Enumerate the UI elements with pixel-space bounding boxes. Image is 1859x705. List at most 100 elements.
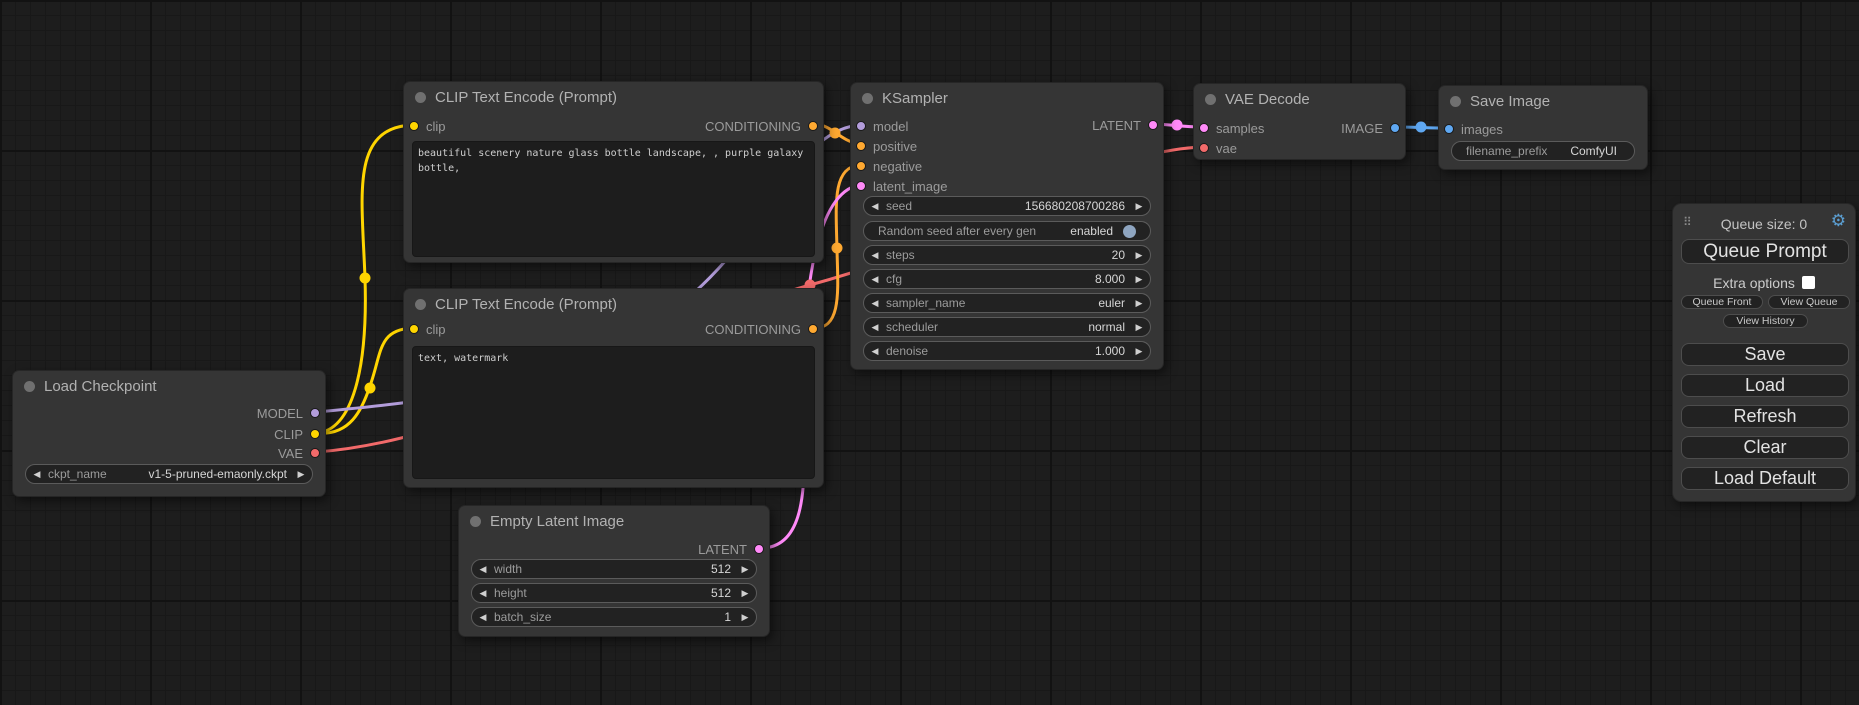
- widget-batch-size[interactable]: ◀ batch_size 1 ▶: [471, 607, 757, 627]
- collapse-dot-icon[interactable]: [862, 93, 873, 104]
- node-load-checkpoint[interactable]: Load Checkpoint MODEL CLIP VAE ◀ ckpt_na…: [12, 370, 326, 497]
- output-slot-vae[interactable]: VAE: [278, 444, 320, 462]
- latent-input-dot[interactable]: [1199, 123, 1209, 133]
- model-output-dot[interactable]: [310, 408, 320, 418]
- node-title-bar[interactable]: Load Checkpoint: [13, 371, 325, 401]
- input-slot-samples[interactable]: samples: [1199, 119, 1264, 137]
- widget-denoise[interactable]: ◀ denoise 1.000 ▶: [863, 341, 1151, 361]
- vae-output-dot[interactable]: [310, 448, 320, 458]
- node-save-image[interactable]: Save Image images filename_prefix ComfyU…: [1438, 85, 1648, 170]
- input-slot-latent-image[interactable]: latent_image: [856, 177, 947, 195]
- collapse-dot-icon[interactable]: [24, 381, 35, 392]
- conditioning-input-dot[interactable]: [856, 161, 866, 171]
- collapse-dot-icon[interactable]: [415, 299, 426, 310]
- increment-arrow-icon[interactable]: ▶: [1128, 346, 1150, 357]
- node-empty-latent-image[interactable]: Empty Latent Image LATENT ◀ width 512 ▶ …: [458, 505, 770, 637]
- increment-arrow-icon[interactable]: ▶: [734, 612, 756, 623]
- input-slot-model[interactable]: model: [856, 117, 908, 135]
- decrement-arrow-icon[interactable]: ◀: [864, 250, 886, 261]
- queue-prompt-button[interactable]: Queue Prompt: [1681, 239, 1849, 264]
- conditioning-input-dot[interactable]: [856, 141, 866, 151]
- node-title-bar[interactable]: VAE Decode: [1194, 84, 1405, 114]
- widget-seed[interactable]: ◀ seed 156680208700286 ▶: [863, 196, 1151, 216]
- input-slot-clip[interactable]: clip: [409, 320, 446, 338]
- image-output-dot[interactable]: [1390, 123, 1400, 133]
- vae-input-dot[interactable]: [1199, 143, 1209, 153]
- node-graph-canvas[interactable]: Load Checkpoint MODEL CLIP VAE ◀ ckpt_na…: [0, 0, 1859, 705]
- load-button[interactable]: Load: [1681, 374, 1849, 397]
- view-history-button[interactable]: View History: [1723, 314, 1808, 328]
- decrement-arrow-icon[interactable]: ◀: [472, 564, 494, 575]
- conditioning-output-dot[interactable]: [808, 324, 818, 334]
- input-slot-images[interactable]: images: [1444, 120, 1503, 138]
- decrement-arrow-icon[interactable]: ◀: [864, 322, 886, 333]
- node-vae-decode[interactable]: VAE Decode samples vae IMAGE: [1193, 83, 1406, 160]
- node-title-bar[interactable]: Empty Latent Image: [459, 506, 769, 536]
- refresh-button[interactable]: Refresh: [1681, 405, 1849, 428]
- output-slot-clip[interactable]: CLIP: [274, 425, 320, 443]
- view-queue-button[interactable]: View Queue: [1768, 295, 1850, 309]
- output-slot-conditioning[interactable]: CONDITIONING: [705, 117, 818, 135]
- decrement-arrow-icon[interactable]: ◀: [472, 588, 494, 599]
- widget-cfg[interactable]: ◀ cfg 8.000 ▶: [863, 269, 1151, 289]
- widget-steps[interactable]: ◀ steps 20 ▶: [863, 245, 1151, 265]
- decrement-arrow-icon[interactable]: ◀: [864, 274, 886, 285]
- increment-arrow-icon[interactable]: ▶: [290, 469, 312, 480]
- widget-height[interactable]: ◀ height 512 ▶: [471, 583, 757, 603]
- save-button[interactable]: Save: [1681, 343, 1849, 366]
- widget-sampler-name[interactable]: ◀ sampler_name euler ▶: [863, 293, 1151, 313]
- clip-input-dot[interactable]: [409, 121, 419, 131]
- extra-options-checkbox[interactable]: [1802, 276, 1815, 289]
- output-slot-image[interactable]: IMAGE: [1341, 119, 1400, 137]
- increment-arrow-icon[interactable]: ▶: [1128, 298, 1150, 309]
- decrement-arrow-icon[interactable]: ◀: [864, 201, 886, 212]
- load-default-button[interactable]: Load Default: [1681, 467, 1849, 490]
- decrement-arrow-icon[interactable]: ◀: [864, 346, 886, 357]
- clip-output-dot[interactable]: [310, 429, 320, 439]
- clip-input-dot[interactable]: [409, 324, 419, 334]
- output-slot-model[interactable]: MODEL: [257, 404, 320, 422]
- increment-arrow-icon[interactable]: ▶: [734, 564, 756, 575]
- toggle-dot[interactable]: [1123, 225, 1136, 238]
- decrement-arrow-icon[interactable]: ◀: [472, 612, 494, 623]
- node-ksampler[interactable]: KSampler model positive negative latent_…: [850, 82, 1164, 370]
- increment-arrow-icon[interactable]: ▶: [1128, 274, 1150, 285]
- widget-scheduler[interactable]: ◀ scheduler normal ▶: [863, 317, 1151, 337]
- input-slot-negative[interactable]: negative: [856, 157, 922, 175]
- increment-arrow-icon[interactable]: ▶: [1128, 322, 1150, 333]
- widget-filename-prefix[interactable]: filename_prefix ComfyUI: [1451, 141, 1635, 161]
- output-slot-latent[interactable]: LATENT: [1092, 116, 1158, 134]
- model-input-dot[interactable]: [856, 121, 866, 131]
- settings-gear-icon[interactable]: ⚙: [1831, 211, 1846, 231]
- node-clip-text-encode-negative[interactable]: CLIP Text Encode (Prompt) clip CONDITION…: [403, 288, 824, 488]
- latent-output-dot[interactable]: [754, 544, 764, 554]
- image-input-dot[interactable]: [1444, 124, 1454, 134]
- input-slot-vae[interactable]: vae: [1199, 139, 1237, 157]
- node-title-bar[interactable]: CLIP Text Encode (Prompt): [404, 289, 823, 319]
- decrement-arrow-icon[interactable]: ◀: [864, 298, 886, 309]
- input-slot-positive[interactable]: positive: [856, 137, 917, 155]
- widget-width[interactable]: ◀ width 512 ▶: [471, 559, 757, 579]
- latent-output-dot[interactable]: [1148, 120, 1158, 130]
- conditioning-output-dot[interactable]: [808, 121, 818, 131]
- increment-arrow-icon[interactable]: ▶: [1128, 201, 1150, 212]
- node-title-bar[interactable]: KSampler: [851, 83, 1163, 113]
- input-slot-clip[interactable]: clip: [409, 117, 446, 135]
- prompt-textarea[interactable]: text, watermark: [412, 346, 815, 479]
- widget-ckpt-name[interactable]: ◀ ckpt_name v1-5-pruned-emaonly.ckpt ▶: [25, 464, 313, 484]
- output-slot-latent[interactable]: LATENT: [698, 540, 764, 558]
- clear-button[interactable]: Clear: [1681, 436, 1849, 459]
- collapse-dot-icon[interactable]: [1450, 96, 1461, 107]
- node-title-bar[interactable]: CLIP Text Encode (Prompt): [404, 82, 823, 112]
- node-title-bar[interactable]: Save Image: [1439, 86, 1647, 116]
- latent-input-dot[interactable]: [856, 181, 866, 191]
- collapse-dot-icon[interactable]: [1205, 94, 1216, 105]
- queue-front-button[interactable]: Queue Front: [1681, 295, 1763, 309]
- collapse-dot-icon[interactable]: [415, 92, 426, 103]
- increment-arrow-icon[interactable]: ▶: [1128, 250, 1150, 261]
- collapse-dot-icon[interactable]: [470, 516, 481, 527]
- output-slot-conditioning[interactable]: CONDITIONING: [705, 320, 818, 338]
- node-clip-text-encode-positive[interactable]: CLIP Text Encode (Prompt) clip CONDITION…: [403, 81, 824, 263]
- increment-arrow-icon[interactable]: ▶: [734, 588, 756, 599]
- prompt-textarea[interactable]: beautiful scenery nature glass bottle la…: [412, 141, 815, 257]
